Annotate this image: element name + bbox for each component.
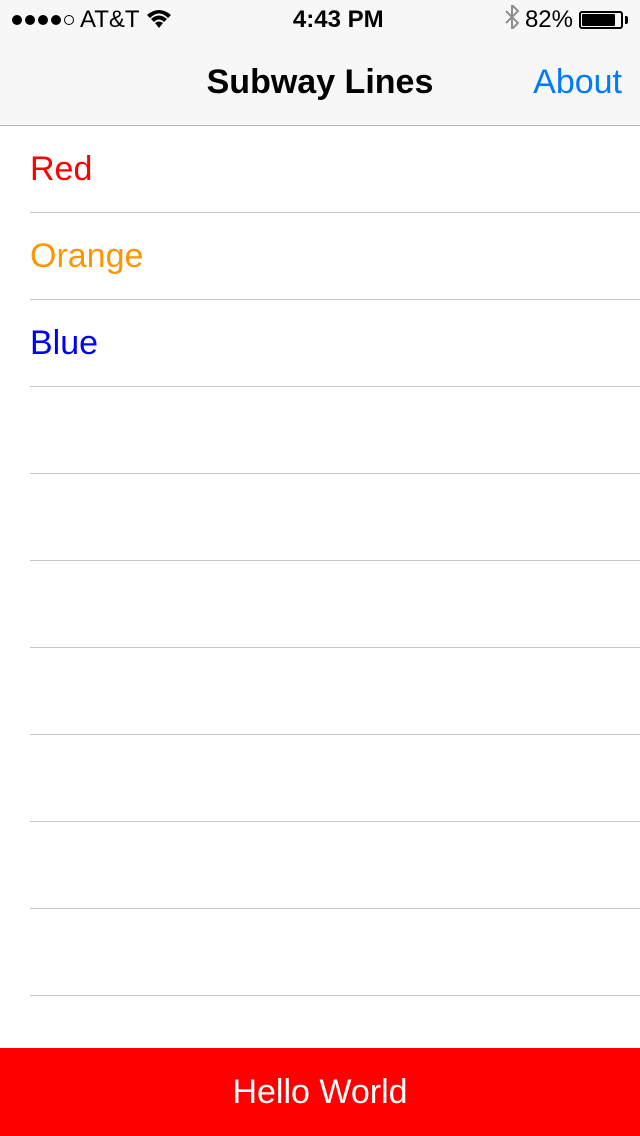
page-title: Subway Lines xyxy=(207,63,434,102)
carrier-label: AT&T xyxy=(80,6,140,34)
bluetooth-icon xyxy=(505,5,519,36)
table-row[interactable] xyxy=(30,648,640,735)
footer-label: Hello World xyxy=(232,1073,407,1112)
table-row[interactable] xyxy=(30,909,640,996)
status-right: 82% xyxy=(505,5,628,36)
battery-icon xyxy=(579,11,628,29)
status-bar: AT&T 4:43 PM 82% xyxy=(0,0,640,40)
clock-label: 4:43 PM xyxy=(293,6,384,34)
wifi-icon xyxy=(146,10,172,30)
line-label: Blue xyxy=(30,324,98,363)
line-row-blue[interactable]: Blue xyxy=(30,300,640,387)
footer-banner[interactable]: Hello World xyxy=(0,1048,640,1136)
line-label: Red xyxy=(30,150,92,189)
status-left: AT&T xyxy=(12,6,172,34)
about-button[interactable]: About xyxy=(533,63,622,102)
table-row[interactable] xyxy=(30,822,640,909)
line-label: Orange xyxy=(30,237,143,276)
table-row[interactable] xyxy=(30,735,640,822)
battery-percent-label: 82% xyxy=(525,6,573,34)
table-row[interactable] xyxy=(30,387,640,474)
line-row-red[interactable]: Red xyxy=(30,126,640,213)
navigation-bar: Subway Lines About xyxy=(0,40,640,126)
table-row[interactable] xyxy=(30,474,640,561)
line-row-orange[interactable]: Orange xyxy=(30,213,640,300)
cellular-signal-icon xyxy=(12,15,74,25)
table-row[interactable] xyxy=(30,561,640,648)
lines-table: Red Orange Blue xyxy=(0,126,640,1083)
